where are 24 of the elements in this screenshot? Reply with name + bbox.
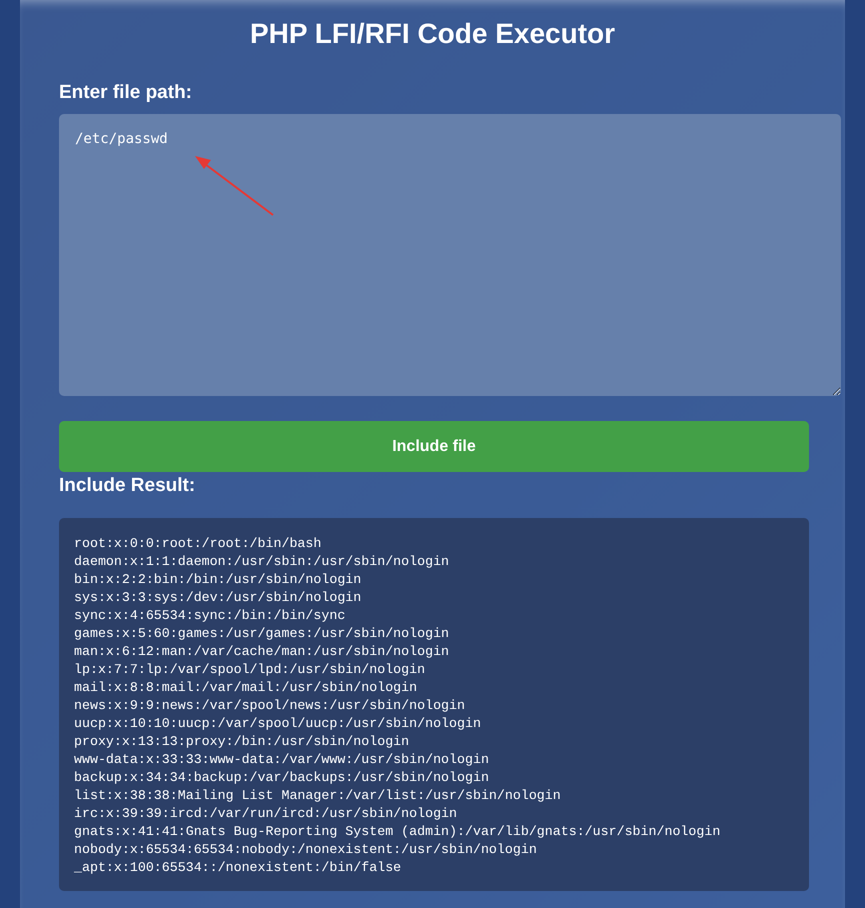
output-line: bin:x:2:2:bin:/bin:/usr/sbin/nologin xyxy=(74,571,362,589)
output-line: www-data:x:33:33:www-data:/var/www:/usr/sbin/nologin xyxy=(74,751,490,769)
output-line: gnats:x:41:41:Gnats Bug-Reporting System (admin):/var/lib/gnats:/usr/sbin/nologin xyxy=(74,823,722,841)
output-line: daemon:x:1:1:daemon:/usr/sbin:/usr/sbin/nologin xyxy=(74,553,450,571)
output-line: sync:x:4:65534:sync:/bin:/bin/sync xyxy=(74,607,346,625)
output-line: _apt:x:100:65534::/nonexistent:/bin/false xyxy=(74,859,402,877)
output-line: backup:x:34:34:backup:/var/backups:/usr/sbin/nologin xyxy=(74,769,490,787)
result-heading: Include Result: xyxy=(59,474,196,498)
output-line: list:x:38:38:Mailing List Manager:/var/list:/usr/sbin/nologin xyxy=(74,787,562,805)
output-line: nobody:x:65534:65534:nobody:/nonexistent:/usr/sbin/nologin xyxy=(74,841,538,859)
output-line: sys:x:3:3:sys:/dev:/usr/sbin/nologin xyxy=(74,589,362,607)
output-line: games:x:5:60:games:/usr/games:/usr/sbin/nologin xyxy=(74,625,450,643)
file-path-field[interactable]: /etc/passwd xyxy=(59,114,841,396)
output-line: proxy:x:13:13:proxy:/bin:/usr/sbin/nologin xyxy=(74,733,410,751)
output-line: uucp:x:10:10:uucp:/var/spool/uucp:/usr/sbin/nologin xyxy=(74,715,482,733)
field-label: Enter file path: xyxy=(59,81,194,105)
output-line: news:x:9:9:news:/var/spool/news:/usr/sbin/nologin xyxy=(74,697,466,715)
output-line: lp:x:7:7:lp:/var/spool/lpd:/usr/sbin/nologin xyxy=(74,661,426,679)
output-line: irc:x:39:39:ircd:/var/run/ircd:/usr/sbin/nologin xyxy=(74,805,458,823)
output-line: root:x:0:0:root:/root:/bin/bash xyxy=(74,535,322,553)
include-file-button[interactable]: Include file xyxy=(59,421,809,472)
output-line: man:x:6:12:man:/var/cache/man:/usr/sbin/nologin xyxy=(74,643,450,661)
output-line: mail:x:8:8:mail:/var/mail:/usr/sbin/nologin xyxy=(74,679,418,697)
page-title: PHP LFI/RFI Code Executor xyxy=(248,17,616,51)
